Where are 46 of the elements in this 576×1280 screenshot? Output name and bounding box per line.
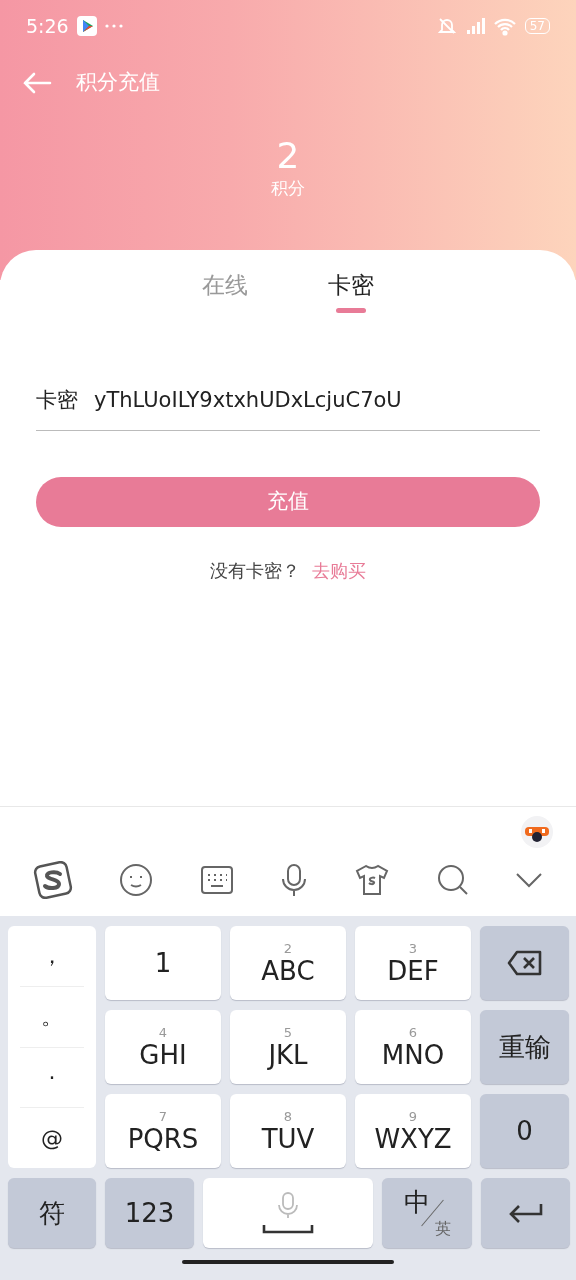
letter-key[interactable]: 7 PQRS (105, 1094, 221, 1168)
status-time: 5:26 (26, 13, 69, 39)
more-icon (104, 24, 123, 28)
punctuation-key[interactable]: · (20, 1047, 84, 1109)
enter-icon (507, 1202, 544, 1224)
enter-key[interactable] (481, 1178, 570, 1248)
wifi-icon (492, 16, 517, 36)
search-icon[interactable] (436, 864, 469, 896)
tab[interactable]: 卡密 (328, 250, 374, 313)
letter-key[interactable]: 9 WXYZ (355, 1094, 471, 1168)
letter-key[interactable]: 8 TUV (230, 1094, 346, 1168)
letter-key[interactable]: 6 MNO (355, 1010, 471, 1084)
punctuation-key[interactable]: ， (20, 926, 84, 987)
tshirt-icon[interactable] (354, 864, 391, 896)
backspace-key[interactable] (480, 926, 569, 1000)
backspace-icon (506, 950, 543, 976)
play-store-icon (76, 16, 97, 36)
battery-level: 57 (524, 18, 550, 34)
function-key[interactable]: 符 (8, 1178, 96, 1248)
card-key-input[interactable]: yThLUoILY9xtxhUDxLcjuC7oU (94, 385, 540, 417)
mute-bell-icon (436, 16, 457, 36)
field-label: 卡密 (36, 387, 78, 415)
points-label: 积分 (270, 176, 306, 200)
page-title: 积分充值 (76, 69, 160, 97)
letter-key[interactable]: 4 GHI (105, 1010, 221, 1084)
robot-mascot-icon[interactable] (520, 815, 554, 849)
sogou-logo-icon[interactable] (33, 861, 74, 899)
keyboard-icon[interactable] (199, 865, 234, 895)
microphone-icon (278, 1192, 298, 1218)
collapse-chevron-icon[interactable] (514, 871, 543, 889)
function-key[interactable]: 重输 (480, 1010, 569, 1084)
space-bar-icon (262, 1224, 314, 1234)
letter-key[interactable]: 5 JKL (230, 1010, 346, 1084)
letter-key[interactable]: 1 (105, 926, 221, 1000)
function-key[interactable]: 0 (480, 1094, 569, 1168)
points-value: 2 (275, 136, 301, 176)
signal-icon (464, 16, 485, 36)
function-key[interactable]: 123 (105, 1178, 194, 1248)
punctuation-key[interactable]: 。 (20, 986, 84, 1048)
hint-text: 没有卡密？ (210, 559, 300, 581)
letter-key[interactable]: 2 ABC (230, 926, 346, 1000)
microphone-icon[interactable] (280, 863, 308, 897)
punctuation-key[interactable]: @ (20, 1108, 84, 1168)
language-switch-key[interactable]: 中 英 (382, 1178, 472, 1248)
emoji-icon[interactable] (119, 863, 154, 897)
letter-key[interactable]: 3 DEF (355, 926, 471, 1000)
